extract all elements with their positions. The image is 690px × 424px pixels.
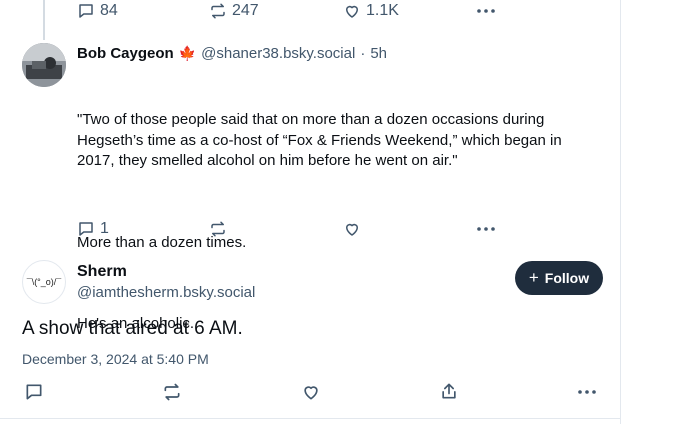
post-paragraph: More than a dozen times. (77, 233, 247, 251)
reply-count: 1 (100, 220, 109, 237)
ellipsis-icon (477, 227, 495, 231)
separator-dot: · (360, 45, 366, 62)
author-name[interactable]: Sherm (77, 263, 127, 281)
reply-action[interactable]: 84 (77, 2, 118, 20)
comment-icon (26, 384, 42, 400)
avatar[interactable]: ¯\(°_o)/¯ (22, 260, 66, 304)
share-icon (442, 383, 456, 399)
like-count: 1.1K (366, 2, 399, 19)
post-thread: 84 247 1.1K Bob Caygeon 🍁 @shaner38.bsky… (0, 0, 621, 424)
comment-icon (79, 222, 93, 236)
maple-leaf-emoji: 🍁 (178, 45, 197, 61)
reply-count: 84 (100, 2, 118, 19)
more-options-button[interactable] (577, 383, 597, 401)
plus-icon: + (528, 268, 539, 287)
comment-icon (79, 4, 93, 18)
repost-icon (164, 383, 180, 401)
post-header: Bob Caygeon 🍁 @shaner38.bsky.social · 5h (77, 45, 387, 62)
avatar-photo (22, 43, 66, 87)
like-action[interactable] (343, 220, 361, 238)
share-button[interactable] (439, 381, 459, 401)
like-action[interactable]: 1.1K (343, 2, 399, 20)
repost-icon (211, 3, 225, 19)
avatar[interactable] (22, 43, 66, 87)
author-handle[interactable]: @shaner38.bsky.social (201, 45, 355, 62)
more-options-button[interactable] (476, 220, 496, 238)
follow-button[interactable]: + Follow (515, 261, 603, 295)
ellipsis-icon (578, 390, 596, 394)
like-button[interactable] (301, 382, 321, 402)
repost-icon (211, 221, 225, 237)
post-time[interactable]: 5h (370, 45, 387, 62)
repost-count: 247 (232, 2, 259, 19)
post-timestamp[interactable]: December 3, 2024 at 5:40 PM (22, 351, 209, 367)
heart-icon (304, 386, 318, 400)
author-name[interactable]: Bob Caygeon (77, 45, 174, 62)
author-handle[interactable]: @iamthesherm.bsky.social (77, 284, 255, 301)
repost-button[interactable] (162, 382, 182, 402)
ellipsis-icon (477, 9, 495, 13)
post-text: A show that aired at 6 AM. (22, 318, 243, 339)
reply-action[interactable]: 1 (77, 220, 109, 238)
repost-action[interactable]: 247 (209, 2, 259, 20)
heart-icon (346, 5, 358, 18)
repost-action[interactable] (209, 220, 227, 238)
more-options-button[interactable] (476, 2, 496, 20)
heart-icon (346, 223, 358, 236)
avatar-text: ¯\(°_o)/¯ (26, 277, 62, 287)
divider (0, 418, 620, 419)
reply-button[interactable] (24, 382, 44, 402)
follow-label: Follow (544, 270, 590, 286)
thread-line (43, 0, 45, 40)
post-paragraph: "Two of those people said that on more t… (77, 111, 566, 169)
